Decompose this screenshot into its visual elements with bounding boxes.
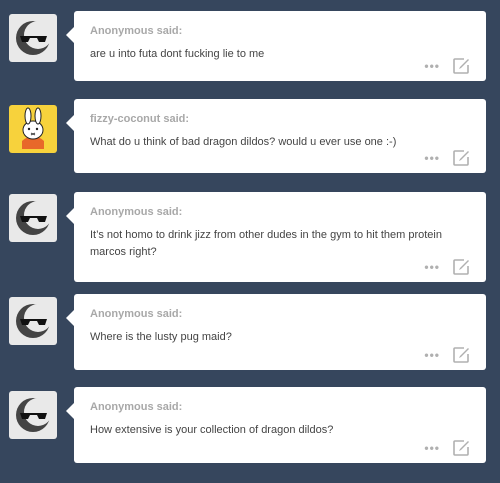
ask-card: fizzy-coconut said: What do u think of b… [66, 99, 486, 173]
edit-icon[interactable] [452, 149, 470, 167]
anonymous-avatar[interactable] [9, 391, 57, 439]
ask-card: Anonymous said: are u into futa dont fuc… [66, 11, 486, 81]
ask-card: Anonymous said: It’s not homo to drink j… [66, 192, 486, 282]
anonymous-avatar[interactable] [9, 297, 57, 345]
asker-name[interactable]: Anonymous said: [90, 308, 182, 320]
more-dots-icon[interactable]: ••• [424, 260, 440, 274]
question-text: are u into futa dont fucking lie to me [90, 48, 265, 60]
asker-name[interactable]: Anonymous said: [90, 401, 182, 413]
edit-icon[interactable] [452, 258, 470, 276]
ask-card: Anonymous said: How extensive is your co… [66, 387, 486, 463]
asker-name[interactable]: Anonymous said: [90, 25, 182, 37]
more-dots-icon[interactable]: ••• [424, 59, 440, 73]
more-dots-icon[interactable]: ••• [424, 151, 440, 165]
asker-name[interactable]: Anonymous said: [90, 206, 182, 218]
edit-icon[interactable] [452, 57, 470, 75]
question-text: Where is the lusty pug maid? [90, 331, 232, 343]
question-text: It’s not homo to drink jizz from other d… [90, 229, 442, 258]
edit-icon[interactable] [452, 439, 470, 457]
edit-icon[interactable] [452, 346, 470, 364]
fizzy-coconut-avatar[interactable] [9, 105, 57, 153]
more-dots-icon[interactable]: ••• [424, 441, 440, 455]
anonymous-avatar[interactable] [9, 14, 57, 62]
anonymous-avatar[interactable] [9, 194, 57, 242]
question-text: How extensive is your collection of drag… [90, 424, 334, 436]
more-dots-icon[interactable]: ••• [424, 348, 440, 362]
question-text: What do u think of bad dragon dildos? wo… [90, 136, 397, 148]
asker-name[interactable]: fizzy-coconut said: [90, 113, 189, 125]
ask-card: Anonymous said: Where is the lusty pug m… [66, 294, 486, 370]
